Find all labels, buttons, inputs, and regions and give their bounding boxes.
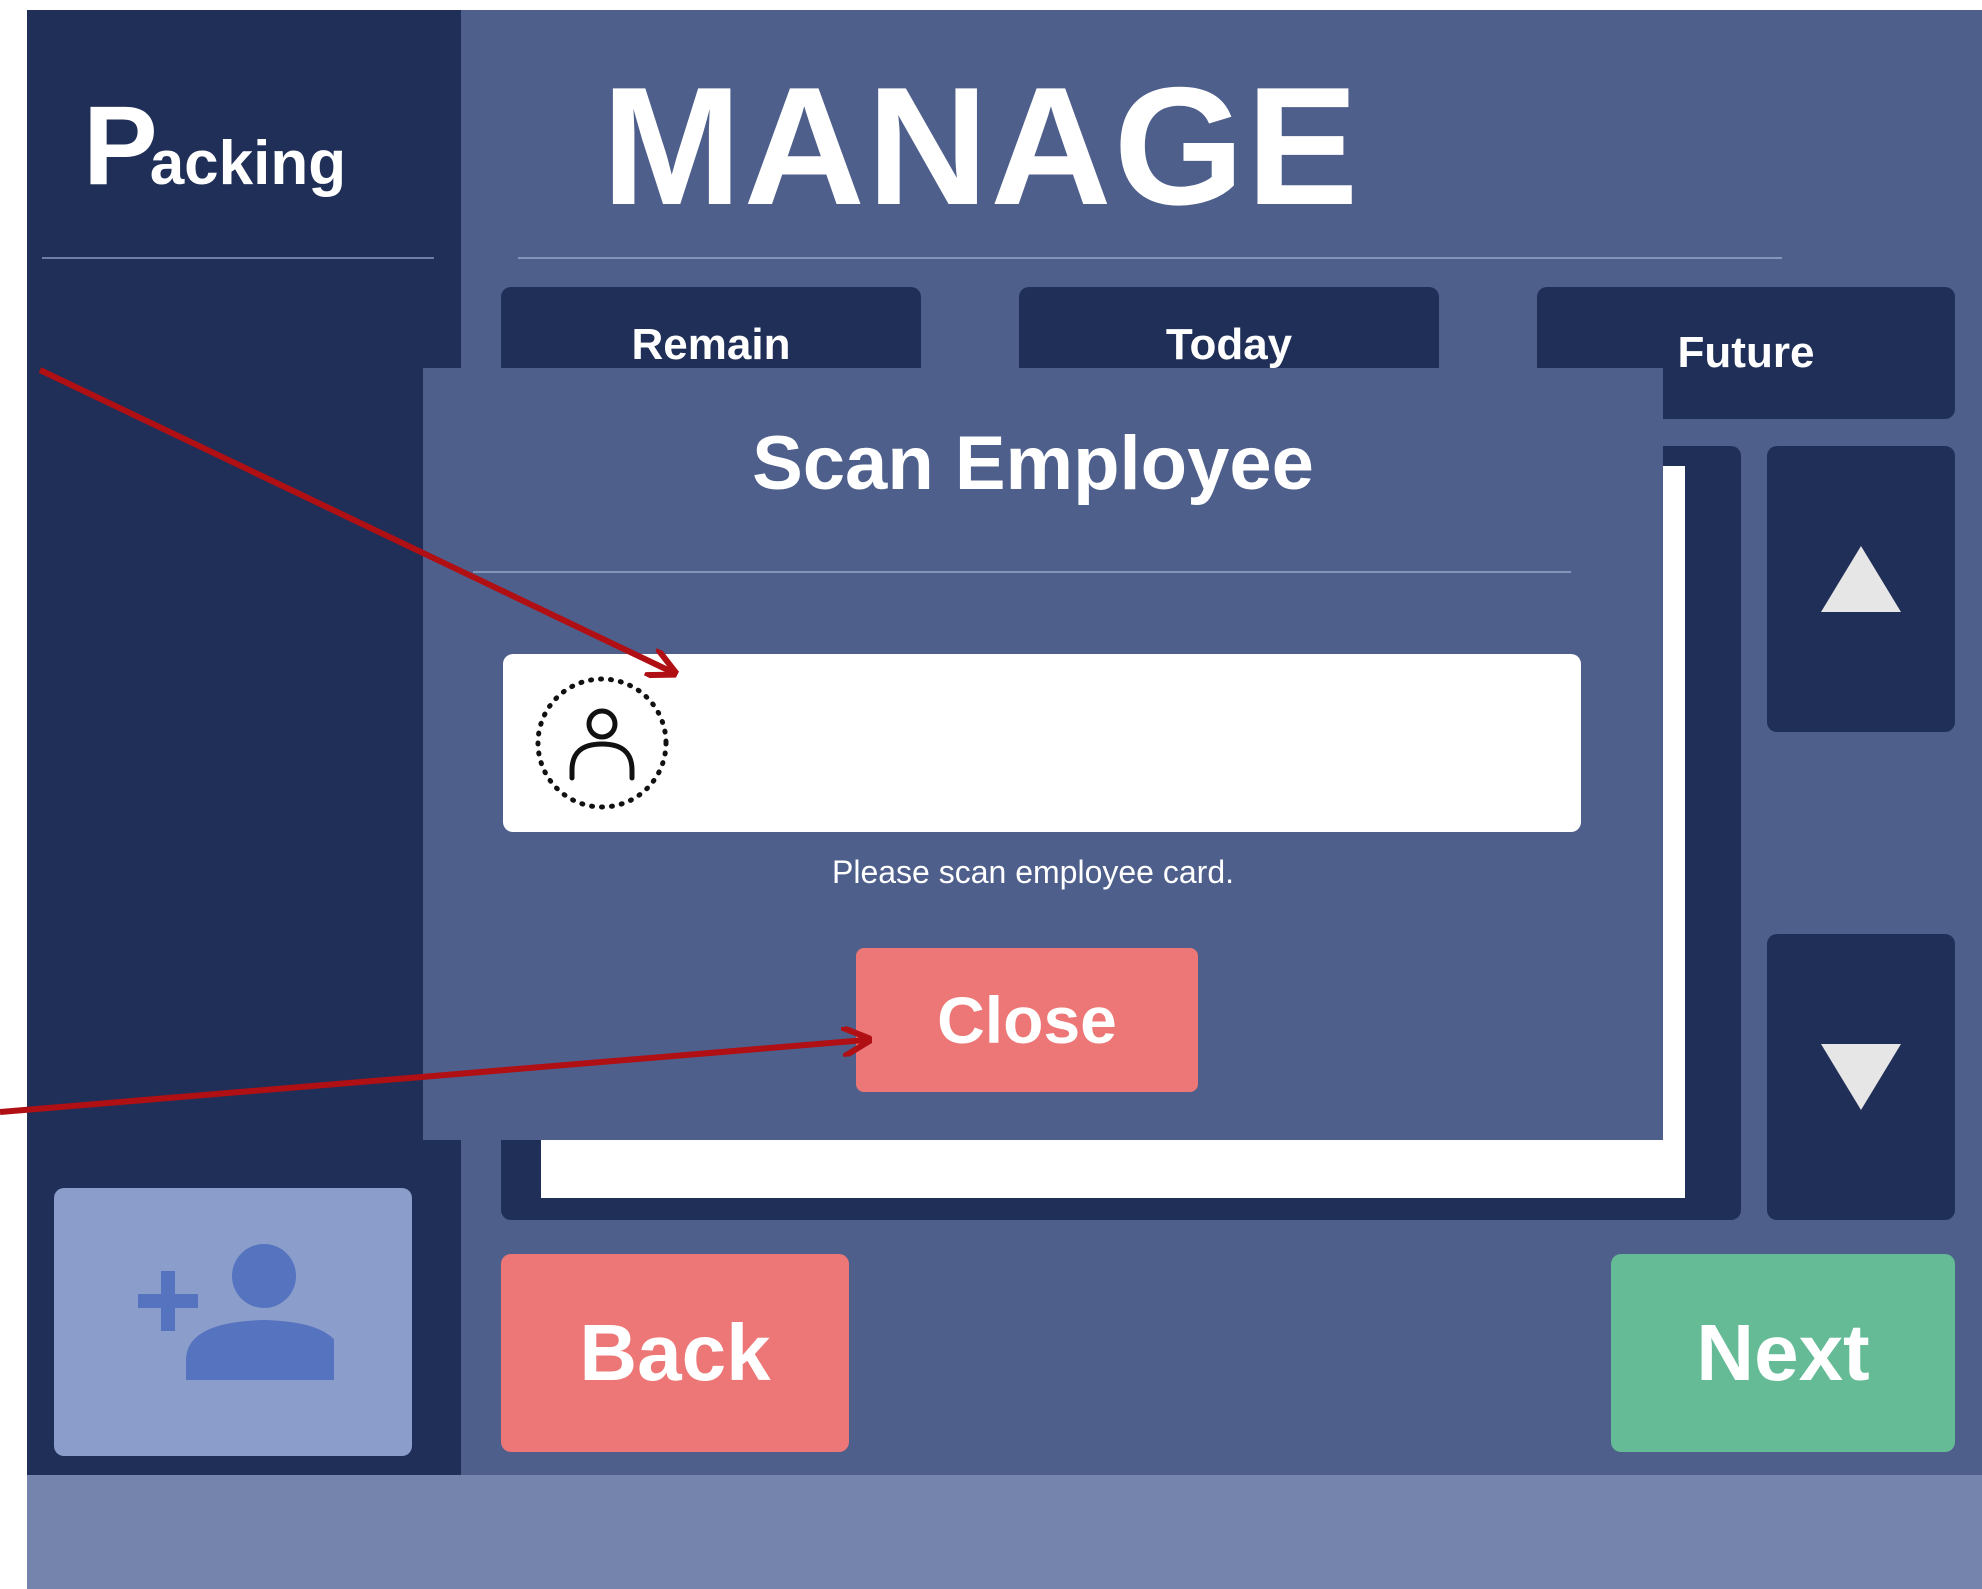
- annotation-arrow-close: [0, 1040, 866, 1115]
- annotation-arrow-input: [38, 367, 672, 672]
- annotation-arrows: [0, 367, 1982, 1115]
